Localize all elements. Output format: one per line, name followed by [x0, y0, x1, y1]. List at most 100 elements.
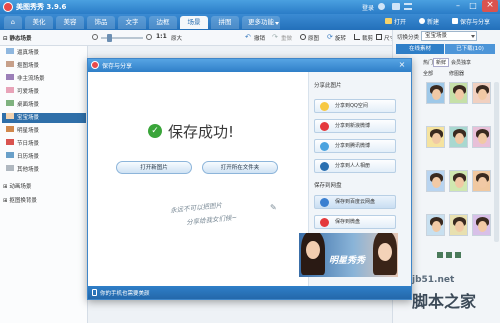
tab-frame[interactable]: 边框	[149, 16, 177, 29]
zoom-slider-handle[interactable]	[107, 34, 112, 42]
subtab-new[interactable]: 新鲜	[433, 58, 450, 67]
sidebar-item-star[interactable]: 明星场景	[6, 126, 39, 136]
sidebar-header-cutout-bg[interactable]: ⊞ 抠图换背景	[3, 196, 37, 206]
subtab-hot[interactable]: 热门	[423, 59, 433, 66]
category-select[interactable]: 宝宝场景	[421, 31, 477, 41]
crop-button[interactable]: 裁剪	[362, 34, 373, 42]
festival-icon	[6, 139, 14, 145]
sidebar-item-nonmainstream[interactable]: 非主流场景	[6, 74, 45, 84]
main-tabs: ⌂ 美化 美容 饰品 文字 边框 场景 拼图 更多功能 打开 新建 保存与分享	[0, 14, 500, 30]
close-button[interactable]: ×	[482, 0, 498, 12]
undo-icon: ↶	[245, 33, 251, 41]
sidebar-header-animation[interactable]: ⊞ 动画场景	[3, 182, 31, 192]
dialog-header: 保存与分享 ×	[88, 59, 411, 72]
share-renren-button[interactable]: 分享到人人相册	[314, 159, 396, 173]
material-thumb[interactable]	[449, 170, 468, 192]
new-button[interactable]: 新建	[427, 17, 439, 26]
tab-collage[interactable]: 拼图	[211, 16, 239, 29]
menu-icon[interactable]	[404, 3, 412, 10]
open-folder-button[interactable]: 打开所在文件夹	[202, 161, 278, 174]
tab-text[interactable]: 文字	[118, 16, 146, 29]
save-baidu-cloud-button[interactable]: 保存到百度云网盘	[314, 195, 396, 209]
sidebar-item-baby[interactable]: 宝宝场景	[2, 113, 86, 123]
tab-beautify[interactable]: 美化	[25, 16, 53, 29]
login-link[interactable]: 登录	[362, 3, 374, 12]
share-qzone-button[interactable]: 分享到QQ空间	[314, 99, 396, 113]
cloud-section-title: 保存到网盘	[314, 183, 342, 189]
page-dot[interactable]	[455, 252, 461, 258]
rotate-button[interactable]: 旋转	[335, 34, 346, 42]
dialog-title: 保存与分享	[102, 63, 133, 70]
sidebar-item-other[interactable]: 其他场景	[6, 165, 39, 175]
save-icon	[452, 18, 458, 24]
undo-button[interactable]: 撤销	[254, 34, 265, 42]
user-icon	[378, 3, 385, 10]
tab-online-materials[interactable]: 在线素材	[396, 44, 444, 54]
ad-face-shape	[306, 241, 320, 259]
material-thumb[interactable]	[472, 214, 491, 236]
material-thumb[interactable]	[426, 126, 445, 148]
sidebar-item-cute[interactable]: 可爱场景	[6, 87, 39, 97]
redo-button[interactable]: 重做	[281, 34, 292, 42]
zoom-ratio-label[interactable]: 1:1	[156, 33, 167, 40]
sidebar-item-desktop[interactable]: 桌面场景	[6, 100, 39, 110]
page-dot[interactable]	[446, 252, 452, 258]
subtab-member[interactable]: 会员独享	[451, 59, 471, 66]
handwriting-line-2: 分享给我女们候~	[185, 213, 238, 227]
material-thumb[interactable]	[472, 170, 491, 192]
weipan-icon	[320, 218, 329, 227]
new-icon	[419, 18, 425, 24]
dialog-close-button[interactable]: ×	[396, 60, 408, 70]
baby-icon	[6, 113, 14, 119]
open-button[interactable]: 打开	[394, 17, 406, 26]
zoom-in-icon[interactable]	[146, 34, 152, 40]
save-share-dialog: 保存与分享 × ✓ 保存成功! 打开新图片 打开所在文件夹 永远不可以把图片 分…	[87, 58, 412, 300]
ad-banner[interactable]: 明星秀秀	[299, 233, 398, 277]
material-scrollbar[interactable]	[494, 82, 499, 242]
calendar-icon	[6, 152, 14, 158]
save-weipan-button[interactable]: 保存到微盘	[314, 215, 396, 229]
sidebar-item-cutout[interactable]: 抠图场景	[6, 61, 39, 71]
material-thumb[interactable]	[472, 82, 491, 104]
redo-icon: ↷	[272, 33, 278, 41]
material-thumb[interactable]	[472, 126, 491, 148]
face-shape	[455, 221, 464, 232]
tab-decoration[interactable]: 饰品	[87, 16, 115, 29]
material-thumb[interactable]	[426, 170, 445, 192]
sidebar-header-static[interactable]: ⊟ 静态场景	[3, 34, 32, 44]
skin-icon[interactable]	[392, 3, 400, 10]
footer-text[interactable]: 你的手机也需要美颜	[100, 289, 150, 297]
material-thumb[interactable]	[426, 82, 445, 104]
share-tencent-weibo-button[interactable]: 分享到腾讯微博	[314, 139, 396, 153]
material-thumb[interactable]	[449, 214, 468, 236]
sidebar-item-realistic[interactable]: 逼真场景	[6, 48, 39, 58]
minimize-button[interactable]: –	[451, 1, 465, 10]
tab-home[interactable]: ⌂	[4, 16, 22, 29]
tag-editor[interactable]: 修图器	[449, 70, 464, 77]
material-thumb[interactable]	[426, 214, 445, 236]
sidebar-item-festival[interactable]: 节日场景	[6, 139, 39, 149]
scene-sidebar: ⊟ 静态场景 逼真场景 抠图场景 非主流场景 可爱场景 桌面场景 宝宝场景 明星…	[0, 36, 88, 323]
share-sina-weibo-button[interactable]: 分享到新浪微博	[314, 119, 396, 133]
tab-beauty[interactable]: 美容	[56, 16, 84, 29]
material-thumb[interactable]	[449, 126, 468, 148]
maximize-button[interactable]: □	[466, 1, 480, 10]
original-button[interactable]: 原图	[308, 34, 319, 42]
zoom-out-icon[interactable]	[92, 34, 98, 40]
original-size-button[interactable]: 原大	[171, 34, 182, 42]
tag-all[interactable]: 全部	[423, 70, 433, 77]
material-thumb[interactable]	[449, 82, 468, 104]
sidebar-item-calendar[interactable]: 日历场景	[6, 152, 39, 162]
tab-scene[interactable]: 场景	[180, 16, 208, 29]
face-shape	[478, 221, 487, 232]
share-section-title: 分享此图片	[314, 83, 342, 89]
success-panel: ✓ 保存成功! 打开新图片 打开所在文件夹 永远不可以把图片 分享给我女们候~ …	[88, 72, 308, 286]
face-shape	[455, 89, 464, 100]
open-new-image-button[interactable]: 打开新图片	[116, 161, 192, 174]
tab-downloaded[interactable]: 已下载(10)	[445, 44, 495, 54]
cute-icon	[6, 87, 14, 93]
save-share-button[interactable]: 保存与分享	[460, 17, 490, 26]
cutout-icon	[6, 61, 14, 67]
page-dot[interactable]	[437, 252, 443, 258]
face-shape	[432, 177, 441, 188]
